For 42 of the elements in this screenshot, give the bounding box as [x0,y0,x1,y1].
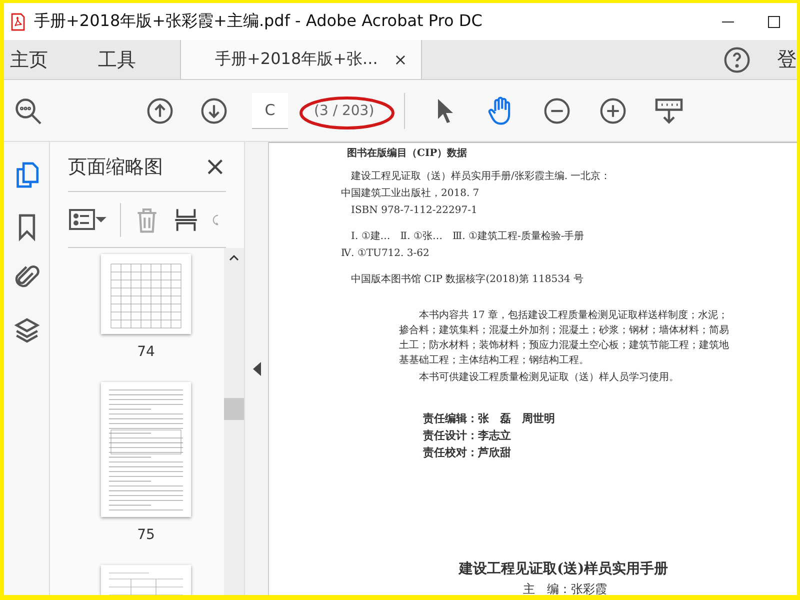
help-icon[interactable] [723,46,751,74]
book-title: 建设工程见证取(送)样员实用手册 [459,560,670,578]
tab-title: 手册+2018年版+张... [215,49,378,70]
page-number-field[interactable]: C [252,92,288,128]
nav-tab[interactable]: 主页 [4,40,62,79]
cip-line: 建设工程见证取（送）样员实用手册/张彩霞主编. 一北京： [350,170,612,183]
cip-line: 中国建筑工业出版社，2018. 7 [341,187,480,200]
cip-line: Ⅰ. ①建… Ⅱ. ①张… Ⅲ. ①建筑工程-质量检验-手册 [350,230,586,243]
zoom-search-icon[interactable] [13,96,43,126]
sign-in-link[interactable]: 登 [777,46,797,73]
summary-paragraph: 本书内容共 17 章，包括建设工程质量检测见证取样送样制度；水泥；掺合料；建筑集料；混凝土外加剂；混凝土；砂浆；钢材；墙体材料；简易土工；防水材料；装饰材料；预应力混凝土空心板；建筑节能工程；建筑地基基础工程；主体结构工程；钢结构工程。 [399,308,730,368]
scrollbar-thumb[interactable] [224,398,244,420]
window-title: 手册+2018年版+张彩霞+主编.pdf - Adobe Acrobat Pro DC [34,11,484,32]
page-thumbnail[interactable] [101,254,191,334]
zoom-in-button[interactable] [599,96,628,124]
pdf-logo-icon [10,12,26,30]
page-count: (3 / 203) [313,102,376,118]
credit-line: 责任校对：芦欣甜 [423,445,512,460]
zoom-out-button[interactable] [543,96,572,124]
page-thumbnail[interactable] [101,382,191,517]
page-heading: 图书在版编目（CIP）数据 [347,147,468,160]
maximize-icon[interactable] [768,16,780,28]
page-number-label: 75 [137,527,155,543]
cip-line: Ⅳ. ①TU712. 3-62 [341,247,430,260]
close-panel-button[interactable]: × [204,152,226,182]
nav-tab[interactable]: 工具 [92,40,150,79]
collapse-caret-icon[interactable] [252,362,260,376]
summary-paragraph: 本书可供建设工程质量检测见证取（送）样人员学习使用。 [418,370,680,385]
options-menu-icon[interactable] [68,206,108,232]
credit-line: 责任编辑：张 磊 周世明 [423,411,556,426]
cip-line: ISBN 978-7-112-22297-1 [350,204,478,217]
document-tab[interactable]: 手册+2018年版+张... × [180,40,422,79]
cip-line: 中国版本图书馆 CIP 数据核字(2018)第 118534 号 [350,273,584,286]
page-number-label: 74 [137,344,155,360]
previous-page-button[interactable] [146,96,174,124]
editor-line: 主 编：张彩霞 [523,582,608,595]
next-page-button[interactable] [200,96,228,124]
credit-line: 责任设计：李志立 [423,428,512,443]
keyboard-icon[interactable] [654,96,684,126]
panel-title: 页面缩略图 [68,154,163,180]
page-thumbnail[interactable] [101,565,191,595]
close-tab-button[interactable]: × [394,50,408,69]
